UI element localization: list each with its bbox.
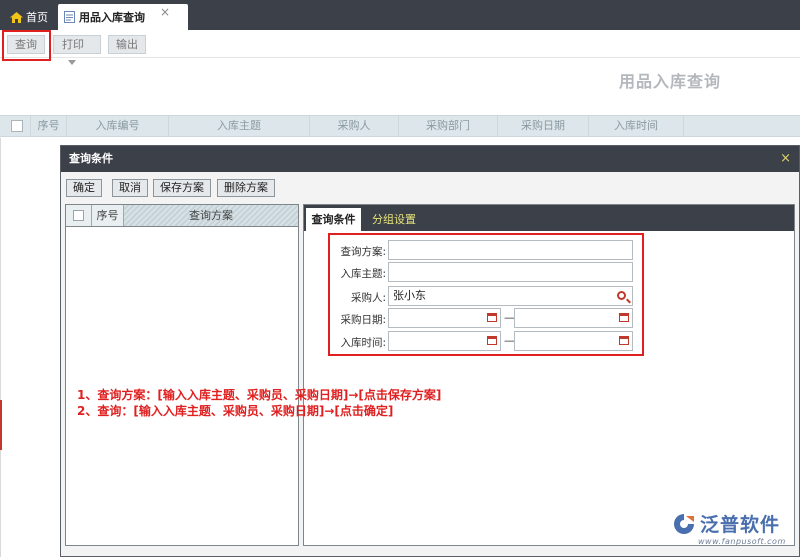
print-button[interactable]: 打印: [53, 35, 101, 65]
conditions-tab-strip: 查询条件 分组设置: [304, 205, 794, 231]
brand-name: 泛普软件: [700, 514, 781, 536]
query-plan-list: 序号 查询方案: [65, 204, 299, 546]
grid-col-inbound-time[interactable]: 入库时间: [589, 116, 684, 136]
chevron-down-icon: [68, 59, 76, 65]
tab-query-conditions[interactable]: 查询条件: [306, 208, 361, 231]
confirm-button[interactable]: 确定: [66, 179, 102, 197]
query-button-highlight: [2, 30, 51, 61]
export-button[interactable]: 输出: [108, 35, 146, 54]
plan-list-header: 序号 查询方案: [66, 205, 298, 227]
grid-col-inbound-no[interactable]: 入库编号: [67, 116, 169, 136]
home-icon: [10, 11, 23, 23]
edge-marker: [0, 400, 2, 450]
dialog-title: 查询条件: [69, 152, 113, 165]
grid-col-inbound-subject[interactable]: 入库主题: [169, 116, 310, 136]
grid-col-buyer[interactable]: 采购人: [310, 116, 399, 136]
grid-col-index[interactable]: 序号: [31, 116, 67, 136]
brand-logo: 泛普软件 www.fanpusoft.com: [672, 510, 797, 550]
tab-active-label: 用品入库查询: [79, 11, 145, 24]
tab-supplies-inbound-query[interactable]: 用品入库查询 ×: [58, 4, 188, 30]
brand-logo-icon: [674, 514, 694, 534]
page-title: 用品入库查询: [618, 72, 721, 91]
grid-col-purchase-date[interactable]: 采购日期: [498, 116, 589, 136]
plan-select-all-checkbox[interactable]: [73, 210, 84, 221]
plan-col-name[interactable]: 查询方案: [124, 205, 298, 226]
form-fields-highlight: [328, 233, 644, 356]
plan-col-index[interactable]: 序号: [92, 205, 123, 226]
cancel-button[interactable]: 取消: [112, 179, 148, 197]
toolbar: 查询 打印 输出: [0, 30, 800, 65]
tab-home[interactable]: 首页: [4, 4, 56, 30]
grid-select-all-cell: [0, 116, 31, 136]
tab-close-icon[interactable]: ×: [160, 5, 170, 19]
tab-group-settings[interactable]: 分组设置: [364, 208, 424, 231]
brand-url: www.fanpusoft.com: [698, 537, 786, 546]
select-all-checkbox[interactable]: [11, 120, 23, 132]
save-plan-button[interactable]: 保存方案: [153, 179, 211, 197]
delete-plan-button[interactable]: 删除方案: [217, 179, 275, 197]
instruction-note-2: 2、查询：[输入入库主题、采购员、采购日期]→[点击确定]: [77, 404, 394, 418]
grid-col-purchase-dept[interactable]: 采购部门: [399, 116, 498, 136]
instruction-note-1: 1、查询方案：[输入入库主题、采购员、采购日期]→[点击保存方案]: [77, 388, 442, 402]
dialog-close-icon[interactable]: ×: [780, 146, 791, 172]
dialog-title-bar: 查询条件 ×: [61, 146, 799, 172]
page-left-border: [0, 138, 1, 557]
tab-home-label: 首页: [26, 11, 48, 24]
grid-header: 序号 入库编号 入库主题 采购人 采购部门 采购日期 入库时间: [0, 115, 800, 137]
document-icon: [64, 11, 75, 23]
print-button-label: 打印: [62, 38, 84, 51]
tab-bar: 首页 用品入库查询 ×: [0, 0, 800, 30]
